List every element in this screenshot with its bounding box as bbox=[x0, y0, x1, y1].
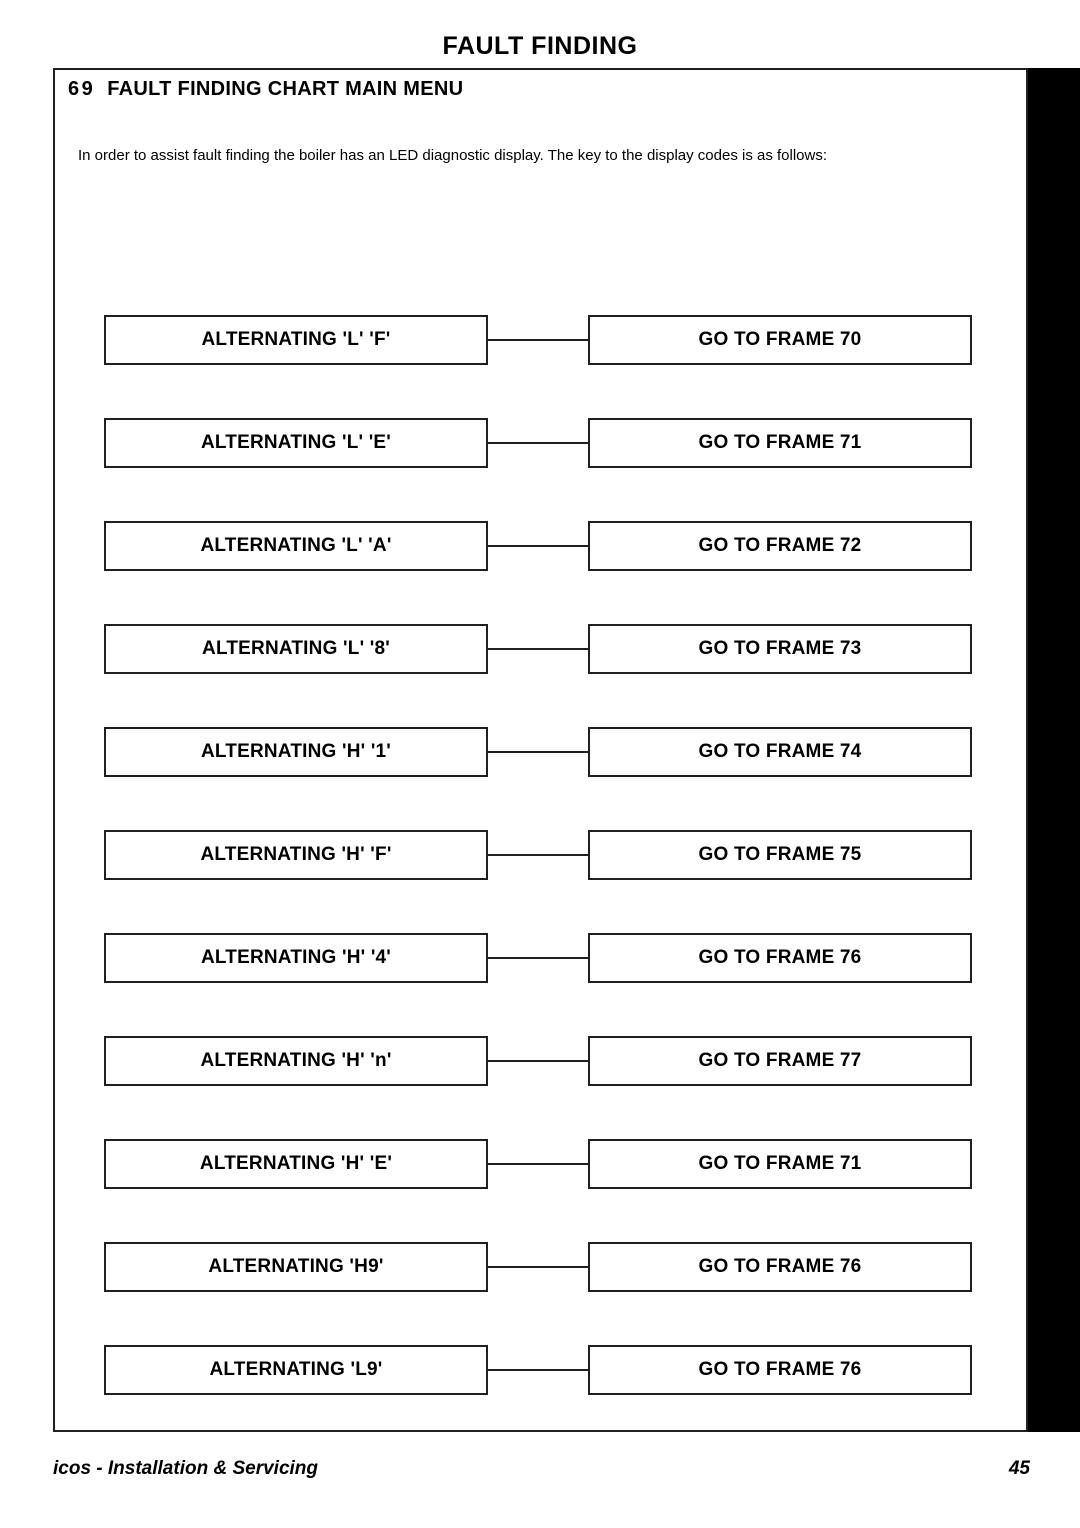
section-heading: 69 FAULT FINDING CHART MAIN MENU bbox=[68, 78, 463, 101]
goto-frame-box[interactable]: GO TO FRAME 73 bbox=[588, 624, 972, 674]
led-code-box[interactable]: ALTERNATING 'L' '8' bbox=[104, 624, 488, 674]
connector-line bbox=[486, 545, 590, 547]
connector-line bbox=[486, 751, 590, 753]
goto-frame-box[interactable]: GO TO FRAME 71 bbox=[588, 1139, 972, 1189]
connector-line bbox=[486, 957, 590, 959]
goto-frame-box[interactable]: GO TO FRAME 71 bbox=[588, 418, 972, 468]
goto-frame-box[interactable]: GO TO FRAME 75 bbox=[588, 830, 972, 880]
chart-row: ALTERNATING 'H' 'F' GO TO FRAME 75 bbox=[104, 830, 972, 880]
chart-row: ALTERNATING 'H' '1' GO TO FRAME 74 bbox=[104, 727, 972, 777]
chart-row: ALTERNATING 'H' 'n' GO TO FRAME 77 bbox=[104, 1036, 972, 1086]
chart-row: ALTERNATING 'H9' GO TO FRAME 76 bbox=[104, 1242, 972, 1292]
chart-row: ALTERNATING 'L' '8' GO TO FRAME 73 bbox=[104, 624, 972, 674]
chart-row: ALTERNATING 'L9' GO TO FRAME 76 bbox=[104, 1345, 972, 1395]
led-code-box[interactable]: ALTERNATING 'H' 'n' bbox=[104, 1036, 488, 1086]
connector-line bbox=[486, 1369, 590, 1371]
led-code-box[interactable]: ALTERNATING 'H' '1' bbox=[104, 727, 488, 777]
connector-line bbox=[486, 1060, 590, 1062]
chart-row: ALTERNATING 'L' 'E' GO TO FRAME 71 bbox=[104, 418, 972, 468]
chart-row: ALTERNATING 'L' 'A' GO TO FRAME 72 bbox=[104, 521, 972, 571]
led-code-box[interactable]: ALTERNATING 'H9' bbox=[104, 1242, 488, 1292]
footer-page-number: 45 bbox=[1008, 1458, 1030, 1479]
intro-paragraph: In order to assist fault finding the boi… bbox=[78, 147, 828, 164]
goto-frame-box[interactable]: GO TO FRAME 74 bbox=[588, 727, 972, 777]
goto-frame-box[interactable]: GO TO FRAME 72 bbox=[588, 521, 972, 571]
led-code-box[interactable]: ALTERNATING 'H' '4' bbox=[104, 933, 488, 983]
led-code-box[interactable]: ALTERNATING 'L' 'F' bbox=[104, 315, 488, 365]
connector-line bbox=[486, 442, 590, 444]
goto-frame-box[interactable]: GO TO FRAME 76 bbox=[588, 1242, 972, 1292]
connector-line bbox=[486, 1163, 590, 1165]
chart-row: ALTERNATING 'H' 'E' GO TO FRAME 71 bbox=[104, 1139, 972, 1189]
chart-row: ALTERNATING 'L' 'F' GO TO FRAME 70 bbox=[104, 315, 972, 365]
goto-frame-box[interactable]: GO TO FRAME 77 bbox=[588, 1036, 972, 1086]
led-code-box[interactable]: ALTERNATING 'L' 'E' bbox=[104, 418, 488, 468]
section-number: 69 bbox=[68, 78, 96, 100]
led-code-box[interactable]: ALTERNATING 'L9' bbox=[104, 1345, 488, 1395]
page-edge-black-bar bbox=[1028, 68, 1080, 1432]
section-title: FAULT FINDING CHART MAIN MENU bbox=[107, 78, 464, 100]
connector-line bbox=[486, 648, 590, 650]
connector-line bbox=[486, 1266, 590, 1268]
connector-line bbox=[486, 854, 590, 856]
led-code-box[interactable]: ALTERNATING 'H' 'F' bbox=[104, 830, 488, 880]
led-code-box[interactable]: ALTERNATING 'L' 'A' bbox=[104, 521, 488, 571]
page-title: FAULT FINDING bbox=[442, 32, 638, 60]
goto-frame-box[interactable]: GO TO FRAME 76 bbox=[588, 933, 972, 983]
led-code-box[interactable]: ALTERNATING 'H' 'E' bbox=[104, 1139, 488, 1189]
goto-frame-box[interactable]: GO TO FRAME 76 bbox=[588, 1345, 972, 1395]
goto-frame-box[interactable]: GO TO FRAME 70 bbox=[588, 315, 972, 365]
chart-row: ALTERNATING 'H' '4' GO TO FRAME 76 bbox=[104, 933, 972, 983]
connector-line bbox=[486, 339, 590, 341]
